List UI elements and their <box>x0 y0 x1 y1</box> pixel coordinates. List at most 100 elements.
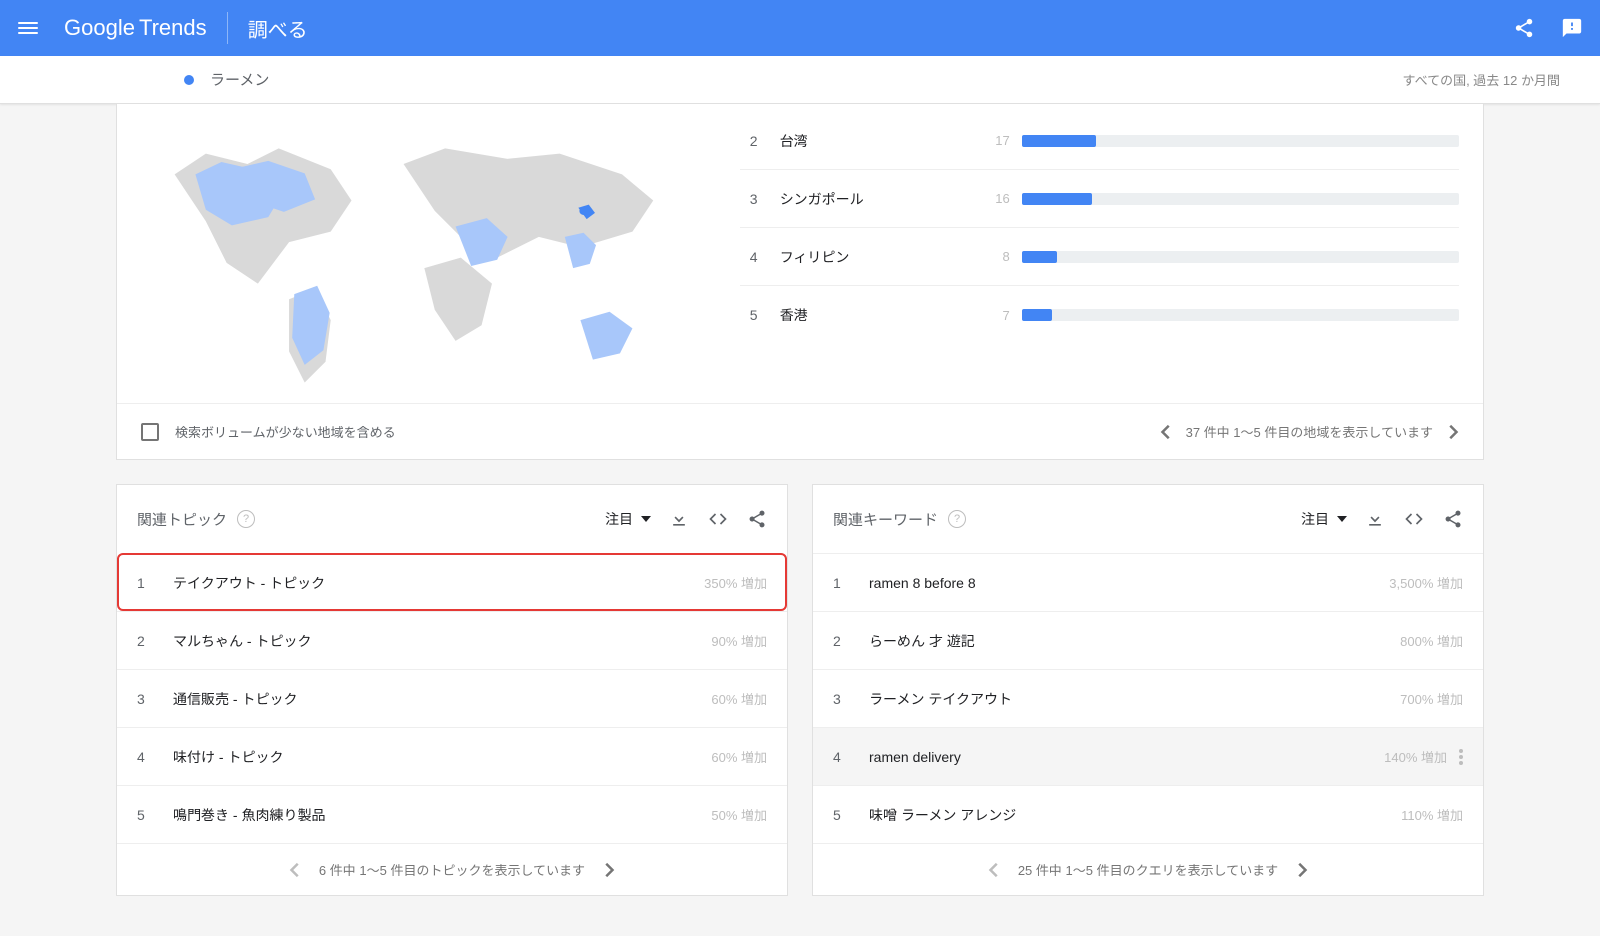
include-low-volume-checkbox[interactable] <box>141 423 159 441</box>
list-value: 350% 増加 <box>704 573 767 592</box>
queries-pager-text: 25 件中 1〜5 件目のクエリを表示しています <box>1018 860 1278 879</box>
list-value: 50% 増加 <box>711 805 767 824</box>
term-color-dot <box>184 75 194 85</box>
list-rank: 2 <box>833 633 857 649</box>
region-name: 香港 <box>780 305 970 325</box>
region-card: 2 台湾 17 3 シンガポール 16 4 フィリピン 8 5 香港 7 検索ボ… <box>116 104 1484 460</box>
list-rank: 5 <box>137 807 161 823</box>
download-icon[interactable] <box>669 509 689 529</box>
list-label: 通信販売 - トピック <box>173 689 711 709</box>
region-list: 2 台湾 17 3 シンガポール 16 4 フィリピン 8 5 香港 7 <box>732 104 1483 403</box>
list-label: ラーメン テイクアウト <box>869 689 1400 709</box>
list-rank: 3 <box>137 691 161 707</box>
region-row[interactable]: 4 フィリピン 8 <box>740 228 1459 286</box>
region-value: 8 <box>970 249 1010 264</box>
region-bar <box>1022 135 1459 147</box>
world-map[interactable] <box>117 104 732 403</box>
queries-card: 関連キーワード ? 注目 1 ramen 8 before 8 3,500% 増… <box>812 484 1484 896</box>
topics-pager: 6 件中 1〜5 件目のトピックを表示しています <box>117 843 787 895</box>
queries-pager: 25 件中 1〜5 件目のクエリを表示しています <box>813 843 1483 895</box>
share-icon[interactable] <box>747 509 767 529</box>
queries-next-icon[interactable] <box>1298 862 1308 878</box>
topics-prev-icon[interactable] <box>289 862 299 878</box>
list-rank: 2 <box>137 633 161 649</box>
help-icon[interactable]: ? <box>237 510 255 528</box>
list-item[interactable]: 2 らーめん 才 遊記 800% 増加 <box>813 611 1483 669</box>
topics-pager-text: 6 件中 1〜5 件目のトピックを表示しています <box>319 860 585 879</box>
list-item[interactable]: 3 ラーメン テイクアウト 700% 増加 <box>813 669 1483 727</box>
logo-trends: Trends <box>139 15 207 41</box>
list-item[interactable]: 3 通信販売 - トピック 60% 増加 <box>117 669 787 727</box>
region-prev-icon[interactable] <box>1160 424 1170 440</box>
list-item[interactable]: 4 味付け - トピック 60% 増加 <box>117 727 787 785</box>
region-next-icon[interactable] <box>1449 424 1459 440</box>
list-label: ramen 8 before 8 <box>869 575 1389 591</box>
scope-label: すべての国, 過去 12 か月間 <box>1403 70 1560 89</box>
list-rank: 4 <box>137 749 161 765</box>
topics-next-icon[interactable] <box>605 862 615 878</box>
embed-icon[interactable] <box>1403 509 1425 529</box>
region-name: フィリピン <box>780 247 970 267</box>
list-label: らーめん 才 遊記 <box>869 631 1400 651</box>
list-value: 60% 増加 <box>711 689 767 708</box>
logo[interactable]: Google Trends <box>64 15 207 41</box>
topics-title: 関連トピック <box>137 509 227 530</box>
embed-icon[interactable] <box>707 509 729 529</box>
topics-card: 関連トピック ? 注目 1 テイクアウト - トピック 350% 増加2 マルち… <box>116 484 788 896</box>
region-rank: 5 <box>740 307 768 323</box>
list-item[interactable]: 1 ramen 8 before 8 3,500% 増加 <box>813 553 1483 611</box>
region-row[interactable]: 5 香港 7 <box>740 286 1459 344</box>
region-name: 台湾 <box>780 131 970 151</box>
list-label: 鳴門巻き - 魚肉練り製品 <box>173 805 711 825</box>
region-pager: 37 件中 1〜5 件目の地域を表示しています <box>1160 422 1459 441</box>
list-rank: 1 <box>833 575 857 591</box>
list-value: 60% 増加 <box>711 747 767 766</box>
list-item[interactable]: 5 味噌 ラーメン アレンジ 110% 増加 <box>813 785 1483 843</box>
queries-title: 関連キーワード <box>833 509 938 530</box>
region-value: 16 <box>970 191 1010 206</box>
region-value: 17 <box>970 133 1010 148</box>
list-item[interactable]: 2 マルちゃん - トピック 90% 増加 <box>117 611 787 669</box>
download-icon[interactable] <box>1365 509 1385 529</box>
list-item[interactable]: 5 鳴門巻き - 魚肉練り製品 50% 増加 <box>117 785 787 843</box>
region-value: 7 <box>970 308 1010 323</box>
term-text: ラーメン <box>210 69 269 90</box>
subheader: ラーメン すべての国, 過去 12 か月間 <box>0 56 1600 104</box>
list-value: 700% 増加 <box>1400 689 1463 708</box>
share-icon[interactable] <box>1512 16 1536 40</box>
list-label: マルちゃん - トピック <box>173 631 711 651</box>
list-rank: 1 <box>137 575 161 591</box>
topics-sort-dropdown[interactable]: 注目 <box>605 509 651 529</box>
menu-icon[interactable] <box>16 16 40 40</box>
region-pager-text: 37 件中 1〜5 件目の地域を表示しています <box>1186 422 1433 441</box>
region-rank: 4 <box>740 249 768 265</box>
region-bar <box>1022 193 1459 205</box>
region-row[interactable]: 3 シンガポール 16 <box>740 170 1459 228</box>
list-rank: 3 <box>833 691 857 707</box>
region-bar <box>1022 309 1459 321</box>
list-item[interactable]: 1 テイクアウト - トピック 350% 増加 <box>117 553 787 611</box>
list-rank: 4 <box>833 749 857 765</box>
list-value: 110% 増加 <box>1401 805 1463 824</box>
feedback-icon[interactable] <box>1560 16 1584 40</box>
include-low-volume-label: 検索ボリュームが少ない地域を含める <box>175 422 396 441</box>
share-icon[interactable] <box>1443 509 1463 529</box>
queries-prev-icon[interactable] <box>988 862 998 878</box>
region-rank: 2 <box>740 133 768 149</box>
region-name: シンガポール <box>780 189 970 209</box>
logo-google: Google <box>64 15 135 41</box>
header-divider <box>227 12 228 44</box>
list-value: 140% 増加 <box>1384 747 1447 766</box>
list-label: 味付け - トピック <box>173 747 711 767</box>
more-icon[interactable] <box>1459 749 1463 765</box>
list-value: 3,500% 増加 <box>1389 573 1463 592</box>
search-term[interactable]: ラーメン <box>184 69 269 90</box>
help-icon[interactable]: ? <box>948 510 966 528</box>
region-row[interactable]: 2 台湾 17 <box>740 112 1459 170</box>
chevron-down-icon <box>1337 516 1347 522</box>
region-rank: 3 <box>740 191 768 207</box>
queries-sort-dropdown[interactable]: 注目 <box>1301 509 1347 529</box>
chevron-down-icon <box>641 516 651 522</box>
list-rank: 5 <box>833 807 857 823</box>
list-item[interactable]: 4 ramen delivery 140% 増加 <box>813 727 1483 785</box>
